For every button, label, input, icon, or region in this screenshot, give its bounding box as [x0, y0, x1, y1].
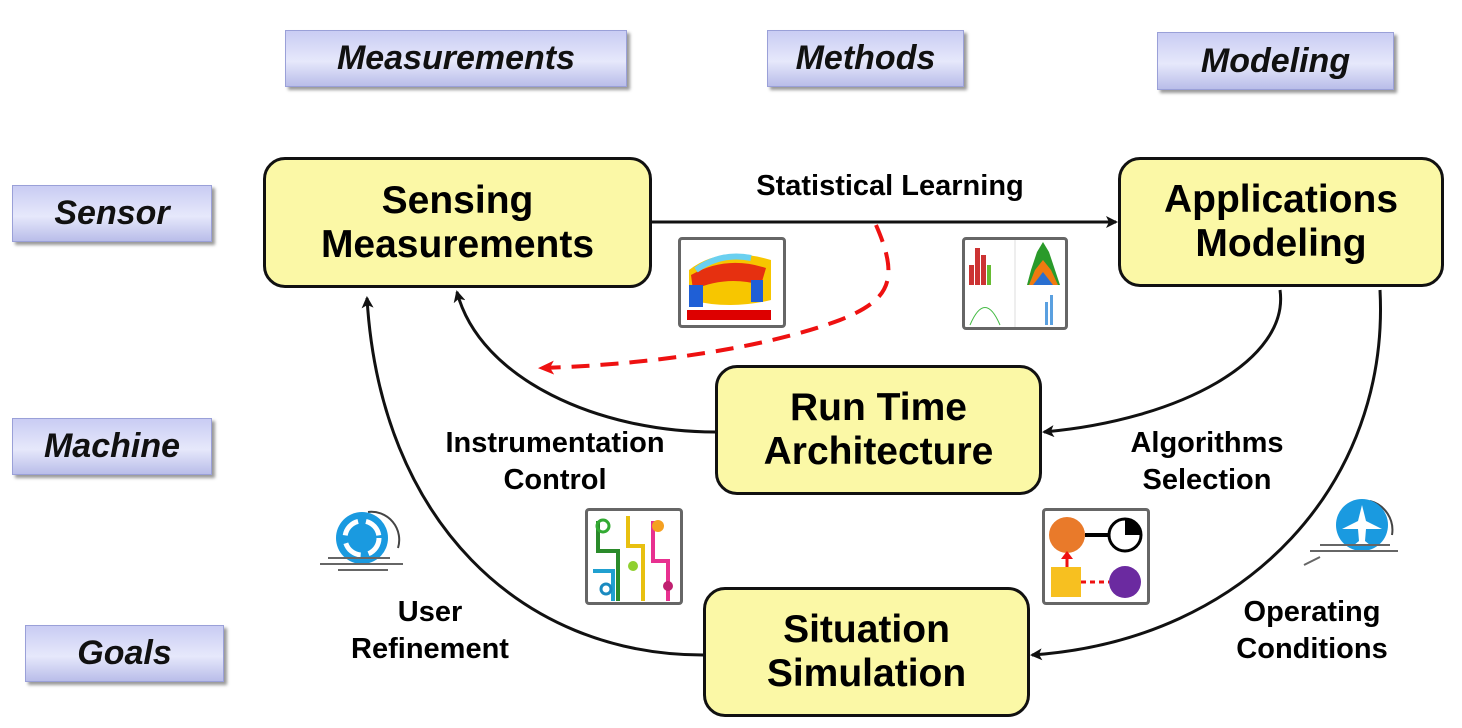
graph-nodes-thumbnail-icon — [1042, 508, 1150, 605]
node-line: Run Time — [790, 386, 967, 429]
node-sensing-measurements: Sensing Measurements — [263, 157, 652, 288]
label-operating-conditions: Operating Conditions — [1200, 594, 1424, 668]
arrow-algorithms-selection — [1042, 289, 1283, 438]
node-line: Modeling — [1195, 222, 1367, 265]
node-line: Situation — [783, 608, 950, 651]
label-user-refinement: User Refinement — [320, 594, 540, 668]
row-header-sensor: Sensor — [12, 185, 212, 242]
label-line: Instrumentation — [445, 427, 665, 459]
node-line: Applications — [1163, 178, 1399, 221]
label-line: Refinement — [351, 633, 509, 665]
node-line: Simulation — [766, 652, 967, 695]
node-line: Architecture — [763, 430, 994, 473]
node-line: Sensing — [381, 178, 534, 222]
airplane-icon — [1303, 499, 1398, 566]
column-header-methods: Methods — [767, 30, 964, 87]
node-applications-modeling: Applications Modeling — [1118, 157, 1444, 287]
column-header-modeling: Modeling — [1157, 32, 1394, 90]
label-algorithms-selection: Algorithms Selection — [1090, 425, 1324, 499]
label-statistical-learning: Statistical Learning — [756, 170, 1024, 202]
label-instrumentation-control: Instrumentation Control — [405, 425, 705, 499]
label-line: Conditions — [1236, 633, 1388, 665]
simulation-thumbnail-icon — [678, 237, 786, 328]
circuit-thumbnail-icon — [585, 508, 683, 605]
row-header-machine: Machine — [12, 418, 212, 475]
label-line: Selection — [1142, 464, 1272, 496]
row-header-goals: Goals — [25, 625, 224, 682]
node-run-time-architecture: Run Time Architecture — [715, 365, 1042, 495]
arrow-instrumentation-control — [453, 290, 716, 434]
recycle-icon — [320, 510, 403, 571]
column-header-measurements: Measurements — [285, 30, 627, 87]
node-situation-simulation: Situation Simulation — [703, 587, 1030, 717]
label-line: Operating — [1243, 596, 1381, 628]
label-line: User — [397, 596, 463, 628]
label-line: Algorithms — [1130, 427, 1284, 459]
label-line: Control — [503, 464, 607, 496]
histogram-thumbnail-icon — [962, 237, 1068, 330]
node-line: Measurements — [320, 222, 595, 266]
